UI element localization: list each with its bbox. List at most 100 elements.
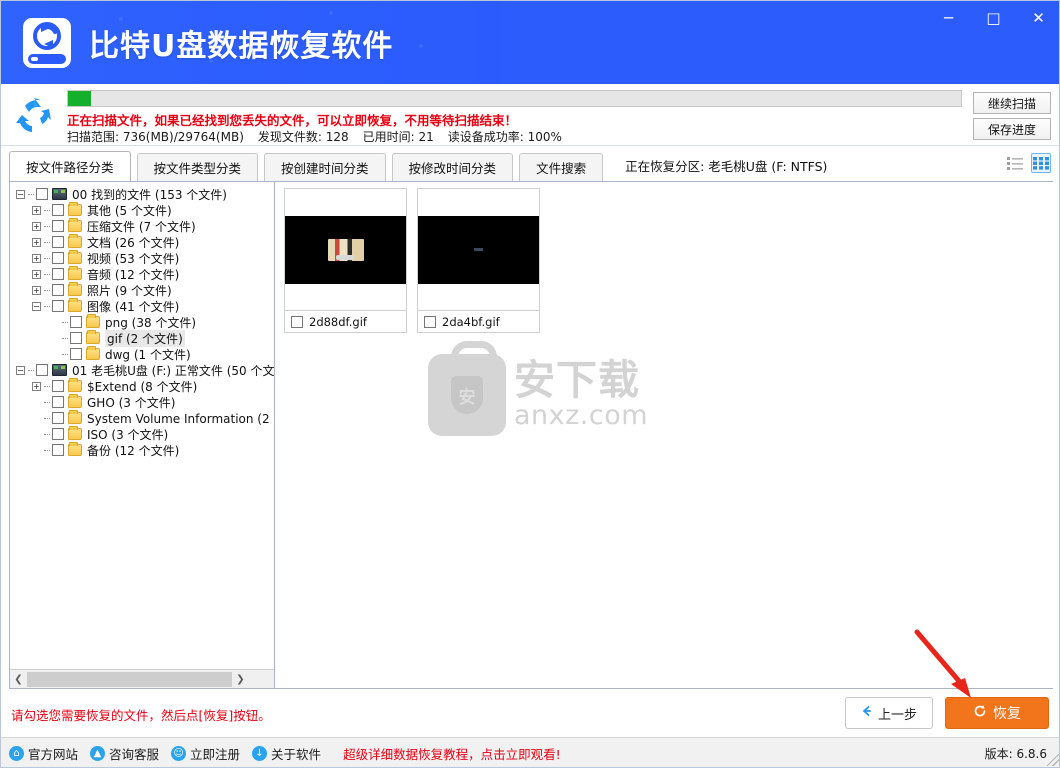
tree-node[interactable]: − 00 找到的文件 (153 个文件) (16, 186, 274, 202)
continue-scan-button[interactable]: 继续扫描 (973, 92, 1051, 114)
save-progress-button[interactable]: 保存进度 (973, 118, 1051, 140)
tree-node[interactable]: System Volume Information (2 个文 (16, 410, 274, 426)
tree-node-checkbox[interactable] (52, 396, 64, 408)
scrollbar-thumb[interactable] (27, 671, 232, 687)
tab-label: 按创建时间分类 (281, 161, 369, 176)
tree-node-checkbox[interactable] (52, 428, 64, 440)
watermark-cn: 安下载 (514, 356, 640, 405)
expand-icon[interactable]: + (32, 285, 41, 295)
tree-node-checkbox[interactable] (36, 364, 48, 376)
expand-icon[interactable]: + (32, 253, 41, 263)
files-found-stat: 发现文件数: 128 (257, 130, 349, 144)
tree-node-checkbox[interactable] (52, 284, 64, 296)
file-thumbnail-grid: 2d88df.gif 2da4bf.gif (284, 188, 540, 333)
tree-node-checkbox[interactable] (52, 300, 64, 312)
tree-node-checkbox[interactable] (52, 380, 64, 392)
minimize-button[interactable]: ─ (926, 3, 971, 33)
maximize-button[interactable]: □ (971, 3, 1016, 33)
tree-node-checkbox[interactable] (52, 236, 64, 248)
collapse-icon[interactable]: − (16, 189, 25, 199)
list-view-icon[interactable] (1005, 153, 1025, 173)
chevron-left-icon[interactable]: ❮ (10, 671, 27, 688)
footer-bar: ⌂ 官方网站 ▲ 咨询客服 ☺ 立即注册 ↓ 关于软件 超级详细数据恢复教程，点击立即观看! 版本… (1, 737, 1059, 767)
folder-icon (86, 346, 100, 360)
tree-node-label: 01 老毛桃U盘 (F:) 正常文件 (50 个文件 (72, 363, 275, 378)
tree-node[interactable]: 备份 (12 个文件) (16, 442, 274, 458)
tree-node[interactable]: png (38 个文件) (16, 314, 274, 330)
tree-horizontal-scrollbar[interactable]: ❮ ❯ (10, 669, 274, 688)
user-add-icon: ☺ (171, 745, 187, 761)
tree-node-checkbox[interactable] (36, 188, 48, 200)
previous-step-button[interactable]: 上一步 (845, 697, 933, 729)
tree-node[interactable]: dwg (1 个文件) (16, 346, 274, 362)
tree-node[interactable]: − 图像 (41 个文件) (16, 298, 274, 314)
footer-link[interactable]: ↓ 关于软件 (252, 744, 321, 763)
title-bar: 比特U盘数据恢复软件 ─ □ ✕ (1, 1, 1059, 84)
tree-node[interactable]: + 其他 (5 个文件) (16, 202, 274, 218)
expand-icon[interactable]: + (32, 381, 41, 391)
resize-grip[interactable] (1047, 754, 1059, 766)
file-checkbox[interactable] (291, 315, 303, 328)
tree-node-label: png (38 个文件) (105, 315, 197, 330)
tree-node[interactable]: + $Extend (8 个文件) (16, 378, 274, 394)
close-button[interactable]: ✕ (1016, 3, 1059, 33)
tree-node-label: 压缩文件 (7 个文件) (87, 219, 196, 234)
tree-connector (28, 193, 34, 195)
scan-progress-fill (68, 91, 92, 106)
tree-node[interactable]: + 音频 (12 个文件) (16, 266, 274, 282)
tree-node[interactable]: GHO (3 个文件) (16, 394, 274, 410)
tree-node-label: $Extend (8 个文件) (87, 379, 198, 394)
tree-node-checkbox[interactable] (70, 316, 82, 328)
collapse-icon[interactable]: − (16, 365, 25, 375)
tree-node-checkbox[interactable] (52, 220, 64, 232)
expand-icon[interactable]: + (32, 269, 41, 279)
tree-node-checkbox[interactable] (52, 268, 64, 280)
footer-link[interactable]: ☺ 立即注册 (171, 744, 240, 763)
tree-node-checkbox[interactable] (52, 444, 64, 456)
tree-node[interactable]: gif (2 个文件) (16, 329, 274, 347)
tree-node[interactable]: ISO (3 个文件) (16, 426, 274, 442)
tree-node-checkbox[interactable] (52, 204, 64, 216)
tree-node[interactable]: + 视频 (53 个文件) (16, 250, 274, 266)
tab-3[interactable]: 按修改时间分类 (391, 153, 514, 181)
tree-node[interactable]: + 文档 (26 个文件) (16, 234, 274, 250)
expand-icon[interactable]: + (32, 205, 41, 215)
tree-connector (62, 353, 68, 355)
usb-drive-refresh-icon (19, 15, 75, 71)
tree-node-checkbox[interactable] (52, 412, 64, 424)
tab-4[interactable]: 文件搜索 (519, 153, 604, 181)
tree-node-label: 文档 (26 个文件) (87, 235, 180, 250)
file-checkbox[interactable] (424, 315, 436, 328)
tab-0[interactable]: 按文件路径分类 (9, 151, 131, 181)
tree-node-checkbox[interactable] (70, 332, 82, 344)
watermark-text: 安下载 anxz.com (514, 356, 648, 429)
tab-2[interactable]: 按创建时间分类 (264, 153, 386, 181)
footer-promo-link[interactable]: 超级详细数据恢复教程，点击立即观看! (343, 744, 561, 763)
file-tree[interactable]: − 00 找到的文件 (153 个文件) + 其他 (5 个文件) + 压缩文件 (7 个… (10, 182, 275, 668)
file-card[interactable]: 2d88df.gif (284, 188, 407, 333)
tree-node[interactable]: + 照片 (9 个文件) (16, 282, 274, 298)
tree-node-checkbox[interactable] (52, 252, 64, 264)
chevron-right-icon[interactable]: ❯ (232, 671, 249, 688)
tree-node[interactable]: − 01 老毛桃U盘 (F:) 正常文件 (50 个文件 (16, 362, 275, 378)
tab-label: 按文件路径分类 (26, 160, 114, 175)
tree-node-label: GHO (3 个文件) (87, 395, 176, 410)
expand-icon[interactable]: + (32, 237, 41, 247)
read-success-stat: 读设备成功率: 100% (447, 130, 562, 144)
tree-node-checkbox[interactable] (70, 348, 82, 360)
scan-warning-text: 正在扫描文件，如果已经找到您丢失的文件，可以立即恢复，不用等待扫描结束！ (67, 113, 518, 128)
tree-node[interactable]: + 压缩文件 (7 个文件) (16, 218, 274, 234)
file-card[interactable]: 2da4bf.gif (417, 188, 540, 333)
collapse-icon[interactable]: − (32, 301, 41, 311)
recover-button[interactable]: 恢复 (945, 697, 1049, 729)
tab-1[interactable]: 按文件类型分类 (136, 153, 259, 181)
file-tree-panel: − 00 找到的文件 (153 个文件) + 其他 (5 个文件) + 压缩文件 (7 个… (10, 182, 275, 688)
expand-icon[interactable]: + (32, 221, 41, 231)
view-mode-toggles (1005, 153, 1051, 173)
footer-link[interactable]: ▲ 咨询客服 (90, 744, 159, 763)
folder-icon (86, 314, 100, 328)
grid-view-icon[interactable] (1031, 153, 1051, 173)
footer-link[interactable]: ⌂ 官方网站 (9, 744, 78, 763)
